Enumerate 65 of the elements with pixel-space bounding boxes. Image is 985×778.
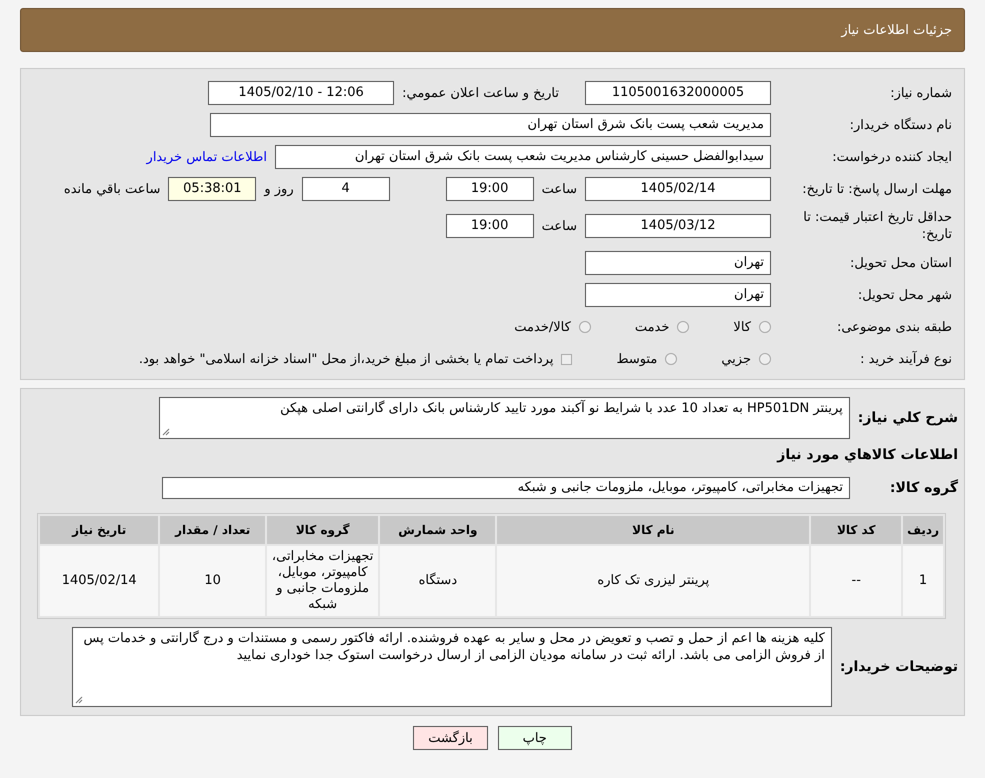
description-field[interactable]: پرینتر HP501DN به تعداد 10 عدد با شرایط نو آکبند مورد تایید کارشناس بانک دارای گارانتی اصلی هپکن: [158, 397, 850, 439]
field-label: تاریخ و ساعت اعلان عمومي:: [402, 86, 559, 100]
time-field: 19:00: [446, 177, 534, 201]
table-cell: پرینتر لیزری تک کاره: [497, 546, 810, 616]
contact-link[interactable]: اطلاعات تماس خریدار: [146, 150, 267, 164]
table-cell: 1405/02/14: [40, 546, 158, 616]
goods-group-field: تجهیزات مخابراتی، کامپیوتر، موبایل، ملزومات جانبی و شبکه: [162, 477, 850, 499]
field-label: نوع فرآیند خرید :: [859, 350, 953, 368]
table-cell: 1: [903, 546, 943, 616]
city-field: تهران: [585, 283, 771, 307]
field-label: طبقه بندی موضوعی:: [836, 318, 953, 336]
column-header: کد کالا: [811, 516, 902, 544]
field-label: شرح کلي نیاز:: [858, 410, 959, 426]
radio-button[interactable]: [578, 321, 591, 333]
radio-button[interactable]: [759, 321, 771, 333]
back-button[interactable]: بازگشت: [413, 726, 488, 750]
field-label: ساعت: [542, 218, 577, 234]
field-label: شهر محل تحویل:: [856, 286, 953, 304]
checkbox[interactable]: [561, 354, 572, 364]
date-field: 1405/02/14: [585, 177, 771, 201]
field-label: مهلت ارسال پاسخ: تا تاریخ:: [801, 180, 953, 198]
field-label: ایجاد کننده درخواست:: [831, 148, 953, 166]
announcement-date-field: 1405/02/10 - 12:06: [208, 81, 394, 105]
date-field: 1405/03/12: [585, 214, 771, 238]
buyer-notes-field[interactable]: کلیه هزینه ها اعم از حمل و تصب و تعویض در محل و سایر به عهده فروشنده. ارائه فاکتور رسمی و مستندات و درج گارانتی و خدمات پس از فروش الزامی می باشد. ارائه ثبت در سامانه مودیان الزامی از ارسال درخواست استوک جدا خوداری نمایید: [72, 627, 832, 707]
option-label: خدمت: [634, 320, 670, 334]
column-header: گروه کالا: [267, 516, 378, 544]
field-label: گروه کالا:: [888, 480, 959, 496]
radio-button[interactable]: [759, 353, 771, 365]
payment-note: پرداخت تمام یا بخشی از مبلغ خرید،از محل "اسناد خزانه اسلامی" خواهد بود.: [138, 352, 554, 366]
print-button[interactable]: چاپ: [498, 726, 572, 750]
option-label: کالا/خدمت: [514, 320, 571, 334]
column-header: ردیف: [903, 516, 943, 544]
field-label: ساعت: [542, 182, 577, 196]
province-field: تهران: [585, 251, 771, 275]
resize-grip-icon[interactable]: [74, 696, 83, 704]
field-label: روز و: [264, 182, 294, 196]
option-label: جزيي: [721, 352, 751, 366]
time-field: 19:00: [446, 214, 534, 238]
field-label: حداقل تاریخ اعتبار قیمت: تا تاریخ:: [802, 209, 953, 243]
requester-field: سیدابوالفضل حسینی کارشناس مدیریت شعب پست بانک شرق استان تهران: [275, 145, 771, 169]
section-heading: اطلاعات کالاهاي مورد نیاز: [776, 447, 959, 463]
field-label: توضیحات خریدار:: [840, 659, 959, 675]
buyer-org-field: مدیریت شعب پست بانک شرق استان تهران: [210, 113, 771, 137]
field-label: نام دستگاه خریدار:: [848, 116, 953, 134]
radio-button[interactable]: [665, 353, 678, 365]
days-field: 4: [302, 177, 390, 201]
option-label: کالا: [733, 320, 751, 334]
request-number-field: 1105001632000005: [585, 81, 771, 105]
option-label: متوسط: [616, 352, 658, 366]
column-header: تعداد / مقدار: [160, 516, 266, 544]
field-label: استان محل تحویل:: [849, 254, 953, 272]
header-title: جزئیات اطلاعات نیاز: [841, 22, 952, 38]
table-cell: 10: [160, 546, 266, 616]
radio-button[interactable]: [677, 321, 690, 333]
field-label: شماره نیاز:: [889, 84, 953, 102]
field-label: ساعت باقي مانده: [64, 182, 160, 196]
remaining-time-field: 05:38:01: [168, 177, 256, 201]
column-header: تاریخ نیاز: [40, 516, 158, 544]
table-cell: تجهیزات مخابراتی، کامپیوتر، موبایل، ملزومات جانبی و شبکه: [267, 546, 378, 616]
resize-grip-icon[interactable]: [162, 428, 170, 436]
table-cell: دستگاه: [380, 546, 496, 616]
column-header: نام کالا: [497, 516, 810, 544]
column-header: واحد شمارش: [380, 516, 496, 544]
table-cell: --: [811, 546, 902, 616]
